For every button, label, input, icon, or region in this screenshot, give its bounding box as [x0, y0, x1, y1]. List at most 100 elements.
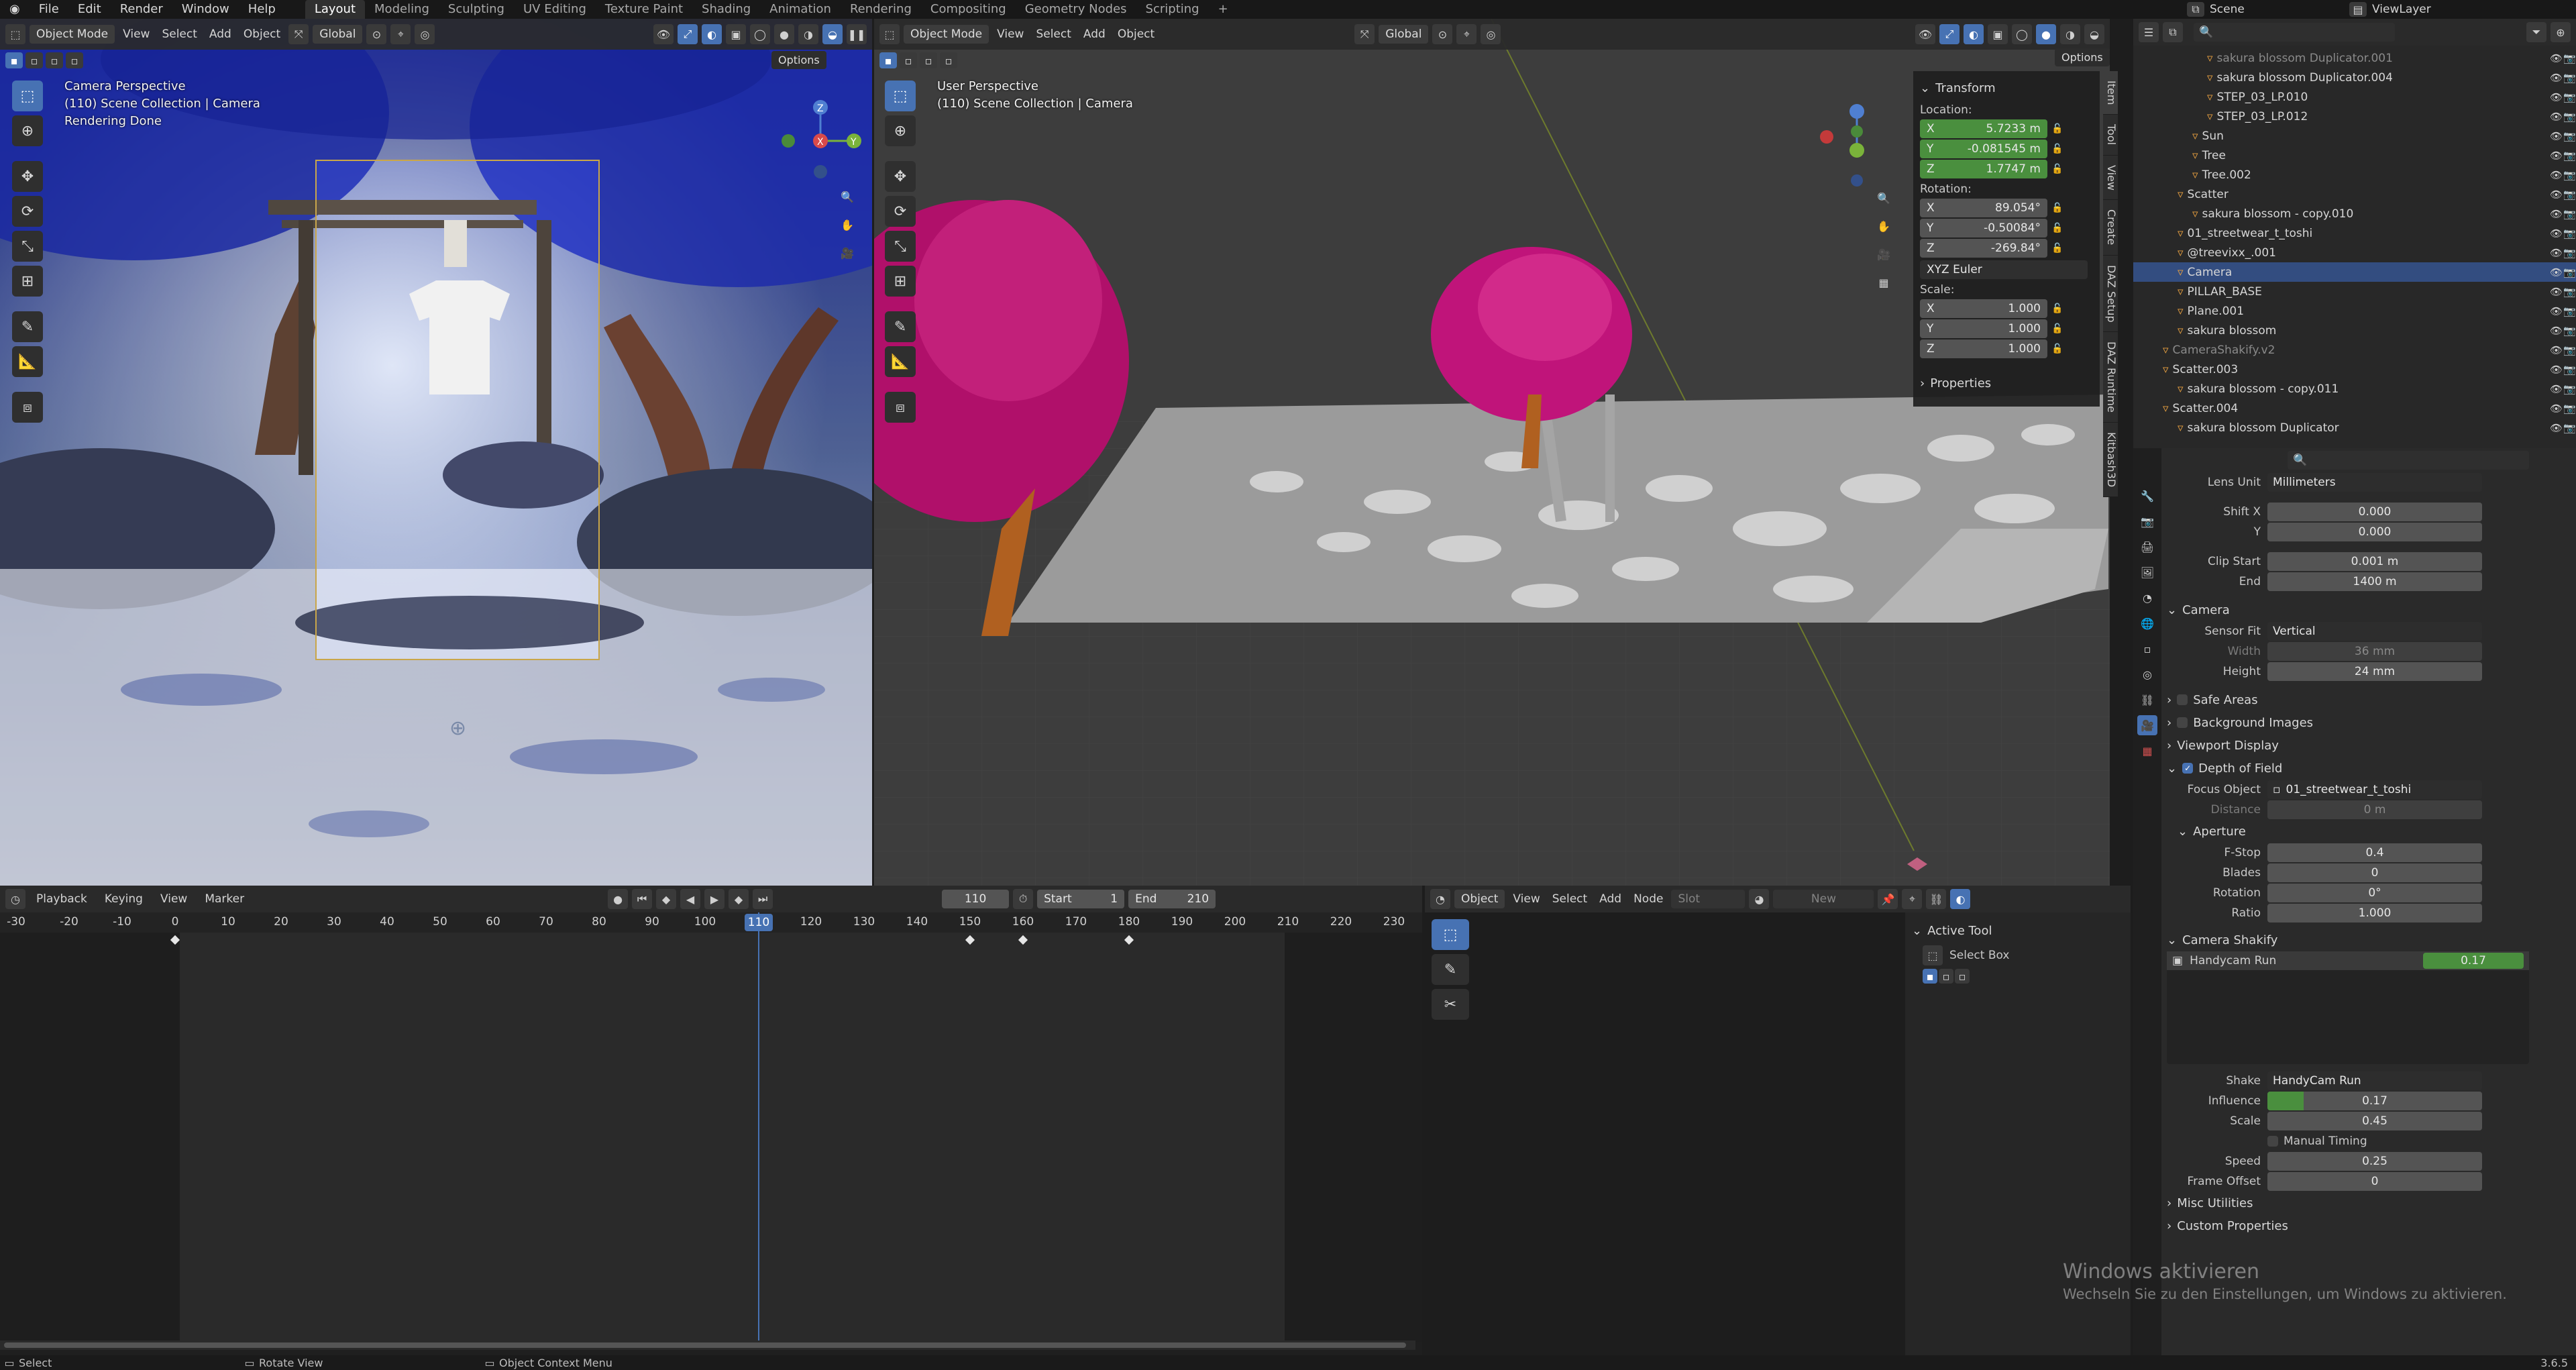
- visibility-icon[interactable]: 👁: [653, 24, 674, 44]
- render-camera-icon[interactable]: 📷: [2563, 422, 2576, 434]
- dof-header[interactable]: ⌄ ✓ Depth of Field: [2167, 757, 2569, 780]
- speed-field[interactable]: 0.25: [2267, 1152, 2482, 1171]
- add-cube-tool-icon[interactable]: ⧈: [12, 392, 43, 423]
- menu-object[interactable]: Object: [239, 28, 284, 41]
- custom-properties-header[interactable]: › Custom Properties: [2167, 1214, 2569, 1237]
- outliner-item[interactable]: ▿ sakura blossom - copy.011 👁 📷: [2133, 379, 2576, 399]
- gizmo-toggle-icon[interactable]: ⤢: [678, 24, 698, 44]
- select-box-tool-icon[interactable]: ⬚: [12, 81, 43, 111]
- outliner-item[interactable]: ▿ sakura blossom 👁 📷: [2133, 321, 2576, 340]
- visibility-icon[interactable]: 👁: [1915, 24, 1935, 44]
- visibility-eye-icon[interactable]: 👁: [2550, 286, 2563, 298]
- visibility-eye-icon[interactable]: 👁: [2550, 227, 2563, 240]
- menu-object[interactable]: Object: [1114, 28, 1159, 41]
- material-icon[interactable]: ◕: [1749, 889, 1770, 909]
- background-images-header[interactable]: › Background Images: [2167, 711, 2569, 734]
- xray-icon[interactable]: ▣: [726, 24, 746, 44]
- tab-view[interactable]: View: [2103, 155, 2118, 201]
- proportional-edit-icon[interactable]: ◎: [415, 24, 435, 44]
- scale-z-field[interactable]: Z 1.000: [1920, 339, 2047, 358]
- menu-add[interactable]: Add: [1595, 892, 1625, 906]
- shift-y-field[interactable]: 0.000: [2267, 523, 2482, 541]
- frame-offset-field[interactable]: 0: [2267, 1172, 2482, 1191]
- render-camera-icon[interactable]: 📷: [2563, 227, 2576, 240]
- orientation-dropdown[interactable]: Global: [313, 25, 363, 44]
- display-mode-icon[interactable]: ⧉: [2163, 22, 2183, 42]
- object-type-dropdown[interactable]: Object: [1454, 890, 1505, 908]
- select-box-tool-icon[interactable]: ⬚: [885, 81, 916, 111]
- camera-data-props-icon[interactable]: 🎥: [2137, 715, 2157, 735]
- outliner-item[interactable]: ▿ Scatter 👁 📷: [2133, 185, 2576, 204]
- safe-areas-header[interactable]: › Safe Areas: [2167, 688, 2569, 711]
- location-x-field[interactable]: X 5.7233 m: [1920, 119, 2047, 138]
- visibility-eye-icon[interactable]: 👁: [2550, 150, 2563, 162]
- visibility-eye-icon[interactable]: 👁: [2550, 169, 2563, 181]
- select-box-tool-icon[interactable]: ⬚: [1432, 919, 1469, 950]
- menu-select[interactable]: Select: [1548, 892, 1591, 906]
- outliner-search-input[interactable]: 🔍: [2194, 23, 2395, 42]
- overlay-toggle-icon[interactable]: ◐: [702, 24, 722, 44]
- visibility-eye-icon[interactable]: 👁: [2550, 305, 2563, 317]
- menu-view[interactable]: View: [119, 28, 154, 41]
- visibility-eye-icon[interactable]: 👁: [2550, 189, 2563, 201]
- render-camera-icon[interactable]: 📷: [2563, 111, 2576, 123]
- menu-view[interactable]: View: [1509, 892, 1544, 906]
- visibility-eye-icon[interactable]: 👁: [2550, 325, 2563, 337]
- background-images-checkbox[interactable]: [2177, 717, 2188, 728]
- visibility-eye-icon[interactable]: 👁: [2550, 344, 2563, 356]
- lens-unit-dropdown[interactable]: Millimeters: [2267, 473, 2482, 492]
- tab-compositing[interactable]: Compositing: [921, 0, 1016, 19]
- world-props-icon[interactable]: 🌐: [2137, 613, 2157, 633]
- outliner-item[interactable]: ▿ PILLAR_BASE 👁 📷: [2133, 282, 2576, 301]
- outliner-item[interactable]: ▿ 01_streetwear_t_toshi 👁 📷: [2133, 223, 2576, 243]
- shake-list-item[interactable]: ▣ Handycam Run 0.17: [2167, 951, 2529, 970]
- blades-field[interactable]: 0: [2267, 863, 2482, 882]
- rotation-y-field[interactable]: Y -0.50084°: [1920, 219, 2047, 238]
- snap-icon[interactable]: ⌖: [390, 24, 411, 44]
- pan-hand-icon[interactable]: ✋: [1874, 216, 1894, 236]
- jump-start-icon[interactable]: ⏮: [632, 889, 653, 909]
- keyframe-marker[interactable]: [1018, 935, 1028, 945]
- focus-object-field[interactable]: ▫ 01_streetwear_t_toshi: [2267, 780, 2482, 799]
- select-subtract-icon[interactable]: ▫: [920, 52, 937, 68]
- new-material-button[interactable]: New: [1773, 890, 1874, 908]
- scale-x-field[interactable]: X 1.000: [1920, 299, 2047, 318]
- outliner-item[interactable]: ▿ Tree.002 👁 📷: [2133, 165, 2576, 185]
- measure-tool-icon[interactable]: 📐: [885, 346, 916, 377]
- outliner-item[interactable]: ▿ Scatter.004 👁 📷: [2133, 399, 2576, 418]
- zoom-icon[interactable]: 🔍: [1874, 188, 1894, 208]
- visibility-eye-icon[interactable]: 👁: [2550, 266, 2563, 278]
- menu-marker[interactable]: Marker: [198, 892, 251, 906]
- rotation-x-field[interactable]: X 89.054°: [1920, 199, 2047, 217]
- location-y-field[interactable]: Y -0.081545 m: [1920, 140, 2047, 158]
- properties-subpanel[interactable]: › Properties: [1920, 372, 2093, 394]
- keyframe-marker[interactable]: [170, 935, 180, 945]
- visibility-eye-icon[interactable]: 👁: [2550, 52, 2563, 64]
- mode-dropdown[interactable]: Object Mode: [30, 25, 115, 44]
- render-camera-icon[interactable]: 📷: [2563, 286, 2576, 298]
- render-camera-icon[interactable]: 📷: [2563, 305, 2576, 317]
- lock-icon[interactable]: 🔓: [2051, 203, 2063, 213]
- next-keyframe-icon[interactable]: ◆: [729, 889, 749, 909]
- camera-view-icon[interactable]: 🎥: [1874, 244, 1894, 264]
- menu-file[interactable]: File: [30, 0, 68, 19]
- select-intersect-icon[interactable]: ▫: [940, 52, 957, 68]
- timeline-editor-icon[interactable]: ◷: [5, 889, 25, 909]
- outliner-item[interactable]: ▿ sakura blossom Duplicator 👁 📷: [2133, 418, 2576, 437]
- clip-end-field[interactable]: 1400 m: [2267, 572, 2482, 591]
- visibility-eye-icon[interactable]: 👁: [2550, 130, 2563, 142]
- timeline-track-area[interactable]: [0, 933, 1422, 1342]
- render-camera-icon[interactable]: 📷: [2563, 208, 2576, 220]
- node-editor-icon[interactable]: ◔: [1430, 889, 1450, 909]
- visibility-eye-icon[interactable]: 👁: [2550, 247, 2563, 259]
- menu-view[interactable]: View: [154, 892, 194, 906]
- tab-daz-runtime[interactable]: DAZ Runtime: [2103, 332, 2118, 423]
- snap-icon[interactable]: ⌖: [1456, 24, 1477, 44]
- pivot-icon[interactable]: ⊙: [1432, 24, 1453, 44]
- jump-end-icon[interactable]: ⏭: [753, 889, 773, 909]
- render-camera-icon[interactable]: 📷: [2563, 403, 2576, 415]
- aperture-header[interactable]: ⌄ Aperture: [2167, 820, 2569, 843]
- menu-node[interactable]: Node: [1629, 892, 1667, 906]
- menu-window[interactable]: Window: [172, 0, 239, 19]
- start-frame-field[interactable]: Start 1: [1037, 890, 1125, 908]
